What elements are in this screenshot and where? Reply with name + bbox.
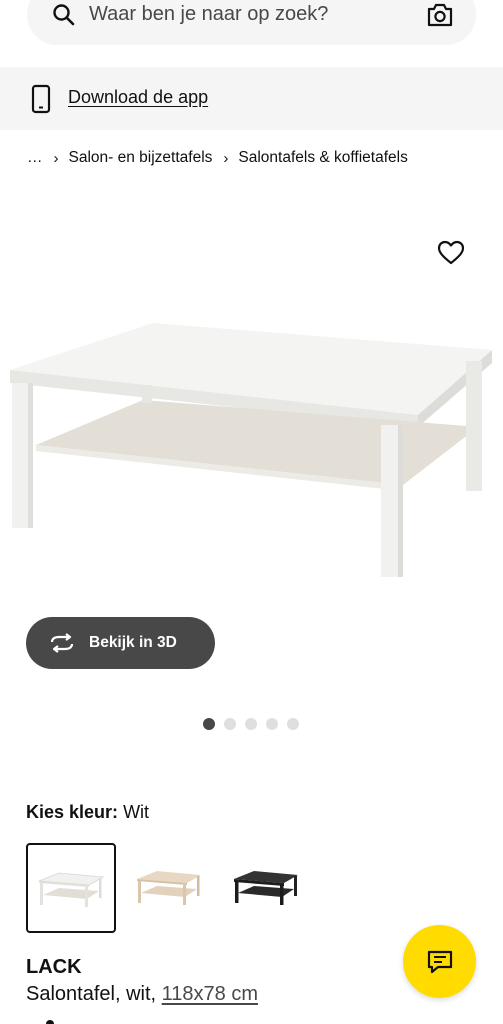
- carousel-dot[interactable]: [287, 718, 299, 730]
- product-dimensions-link[interactable]: 118x78 cm: [162, 983, 258, 1005]
- carousel-dot[interactable]: [224, 718, 236, 730]
- carousel-dot[interactable]: [245, 718, 257, 730]
- breadcrumb-item-salontafels[interactable]: Salontafels & koffietafels: [238, 149, 407, 167]
- selected-color: Wit: [123, 802, 150, 822]
- table-thumbnail-white: [38, 872, 105, 907]
- chat-button[interactable]: [403, 925, 476, 998]
- table-thumbnail-oak: [137, 871, 201, 905]
- carousel-dot[interactable]: [203, 718, 215, 730]
- chevron-right-icon: ›: [53, 149, 59, 167]
- product-image: [10, 323, 492, 577]
- search-input[interactable]: Waar ben je naar op zoek?: [89, 3, 328, 26]
- view-in-3d-button[interactable]: Bekijk in 3D: [26, 617, 215, 669]
- color-swatch-black-brown[interactable]: [223, 843, 313, 933]
- download-app-link[interactable]: Download de app: [68, 87, 208, 108]
- carousel-dot[interactable]: [266, 718, 278, 730]
- table-thumbnail-black-brown: [234, 871, 298, 905]
- app-download-banner: Download de app: [0, 67, 503, 130]
- color-swatch-white[interactable]: [26, 843, 116, 933]
- search-header: Waar ben je naar op zoek?: [0, 0, 503, 66]
- search-icon: [53, 4, 75, 26]
- carousel-dots: [203, 718, 299, 730]
- color-label: Kies kleur:: [26, 802, 119, 822]
- product-description: Salontafel, wit, 118x78 cm: [26, 983, 258, 1006]
- chevron-right-icon: ›: [223, 149, 229, 167]
- heart-icon[interactable]: [437, 240, 465, 266]
- rotate-3d-icon: [50, 633, 74, 653]
- chat-icon: [427, 950, 453, 974]
- search-bar[interactable]: Waar ben je naar op zoek?: [27, 0, 476, 45]
- view-in-3d-label: Bekijk in 3D: [89, 634, 177, 651]
- breadcrumb: … › Salon- en bijzettafels › Salontafels…: [27, 148, 408, 168]
- product-type: Salontafel, wit,: [26, 983, 157, 1005]
- product-name: LACK: [26, 956, 82, 978]
- color-selector-title: Kies kleur: Wit: [26, 802, 149, 823]
- camera-icon[interactable]: [426, 2, 454, 28]
- rating-star-icon: [46, 1020, 54, 1024]
- color-swatch-oak[interactable]: [126, 843, 216, 933]
- breadcrumb-ellipsis[interactable]: …: [27, 149, 43, 167]
- breadcrumb-item-salon-bijzettafels[interactable]: Salon- en bijzettafels: [69, 149, 213, 167]
- phone-icon: [31, 84, 51, 114]
